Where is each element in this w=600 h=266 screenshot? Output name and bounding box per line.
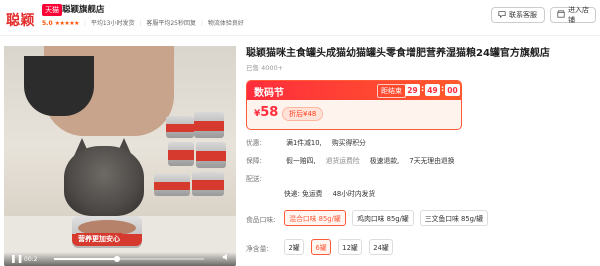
store-header: 聪颖 天猫 聪颖旗舰店 5.0 ★★★★★ | 平均13小时发货 | 客服平均2…: [0, 0, 600, 36]
divider: |: [139, 20, 142, 27]
countdown-minutes: 49: [425, 84, 440, 96]
pause-icon[interactable]: ❚❚: [10, 254, 23, 263]
guarantee-7day-return: 7天无理由退换: [409, 157, 455, 165]
weight-option[interactable]: 24罐: [369, 239, 393, 255]
guarantee-row: 保障: 假一赔四, 退货运费险 极速退款, 7天无理由退换: [246, 155, 455, 165]
countdown-colon: :: [441, 84, 445, 93]
price-value: 58: [260, 105, 279, 120]
video-can: [168, 142, 194, 166]
flavor-option[interactable]: 混合口味 85g/罐: [284, 210, 346, 226]
video-can: [154, 174, 190, 196]
rating-score: 5.0: [42, 20, 53, 27]
video-can: [166, 116, 194, 138]
store-icon: [557, 10, 565, 20]
divider: |: [200, 20, 203, 27]
delivery-label: 配送:: [246, 175, 262, 183]
video-controls: ❚❚ 00:2: [4, 252, 236, 266]
tmall-badge: 天猫: [42, 4, 62, 16]
enter-store-button[interactable]: 进入店铺: [550, 6, 596, 24]
flavor-option[interactable]: 鸡肉口味 85g/罐: [352, 210, 414, 226]
discount-value[interactable]: 满1件减10,: [286, 139, 322, 147]
contact-service-label: 联系客服: [509, 11, 537, 19]
discount-label: 优惠:: [246, 139, 262, 147]
weight-label: 净含量:: [246, 245, 269, 253]
video-time: 00:2: [24, 256, 38, 263]
guarantee-return-shipping: 退货运费险: [325, 157, 360, 165]
volume-icon[interactable]: [222, 253, 230, 263]
discount-row: 优惠: 满1件减10, 购买得积分: [246, 137, 366, 147]
points-value: 购买得积分: [331, 139, 366, 147]
promo-event-name: 数码节: [254, 88, 284, 99]
product-video[interactable]: 营养更加安心 ❚❚ 00:2: [4, 46, 236, 266]
video-progress-handle[interactable]: [114, 256, 120, 262]
sold-count: 已售 4000+: [246, 64, 284, 72]
delivery-row: 配送:: [246, 173, 284, 183]
guarantee-label: 保障:: [246, 157, 262, 165]
chat-icon: [498, 10, 506, 20]
countdown-colon: :: [421, 84, 425, 93]
delivery-fee: 快递: 免运费: [284, 190, 323, 198]
video-can: [192, 172, 224, 196]
video-can: [196, 142, 226, 168]
video-caption: 营养更加安心: [76, 233, 122, 245]
weight-row: 净含量:: [246, 243, 284, 253]
delivery-detail: 快递: 免运费 48小时内发货: [284, 188, 375, 198]
divider: |: [83, 20, 86, 27]
weight-option[interactable]: 6罐: [311, 239, 331, 255]
contact-service-button[interactable]: 联系客服: [491, 7, 545, 23]
countdown-label: 距结束: [377, 84, 406, 98]
store-rating: 5.0 ★★★★★ | 平均13小时发货 | 客服平均25秒回复 | 物流体验良…: [42, 18, 244, 27]
guarantee-fast-refund: 极速退款,: [369, 157, 400, 165]
rating-stars-icon: ★★★★★: [54, 20, 80, 27]
store-logo[interactable]: 聪颖: [6, 10, 35, 30]
promo-banner: 数码节 距结束 29 : 49 : 00: [247, 81, 461, 100]
discounted-price-badge[interactable]: 折后¥48: [282, 107, 324, 121]
ship-stat: 平均13小时发货: [90, 20, 135, 27]
store-name[interactable]: 聪颖旗舰店: [62, 3, 105, 15]
countdown-seconds: 00: [445, 84, 460, 96]
product-price: ¥58: [254, 105, 278, 120]
flavor-label: 食品口味:: [246, 216, 276, 224]
video-sleeve: [24, 56, 94, 116]
flavor-row: 食品口味:: [246, 214, 284, 224]
reply-stat: 客服平均25秒回复: [146, 20, 196, 27]
countdown-hours: 29: [405, 84, 420, 96]
guarantee-fake-compensation: 假一赔四,: [286, 157, 316, 165]
delivery-time: 48小时内发货: [332, 190, 376, 198]
flavor-option[interactable]: 三文鱼口味 85g/罐: [420, 210, 488, 226]
weight-option[interactable]: 2罐: [284, 239, 304, 255]
video-cat: [64, 146, 144, 216]
logistics-stat: 物流体验良好: [207, 20, 244, 27]
video-progress-fill: [54, 258, 117, 260]
video-progress-track[interactable]: [54, 256, 204, 262]
video-can: [194, 112, 224, 138]
promo-price-box: 数码节 距结束 29 : 49 : 00 ¥58 折后¥48: [246, 80, 462, 130]
product-title: 聪颖猫咪主食罐头成猫幼猫罐头零食增肥营养湿猫粮24罐官方旗舰店: [246, 48, 550, 59]
enter-store-label: 进入店铺: [568, 6, 589, 24]
weight-option[interactable]: 12罐: [338, 239, 362, 255]
